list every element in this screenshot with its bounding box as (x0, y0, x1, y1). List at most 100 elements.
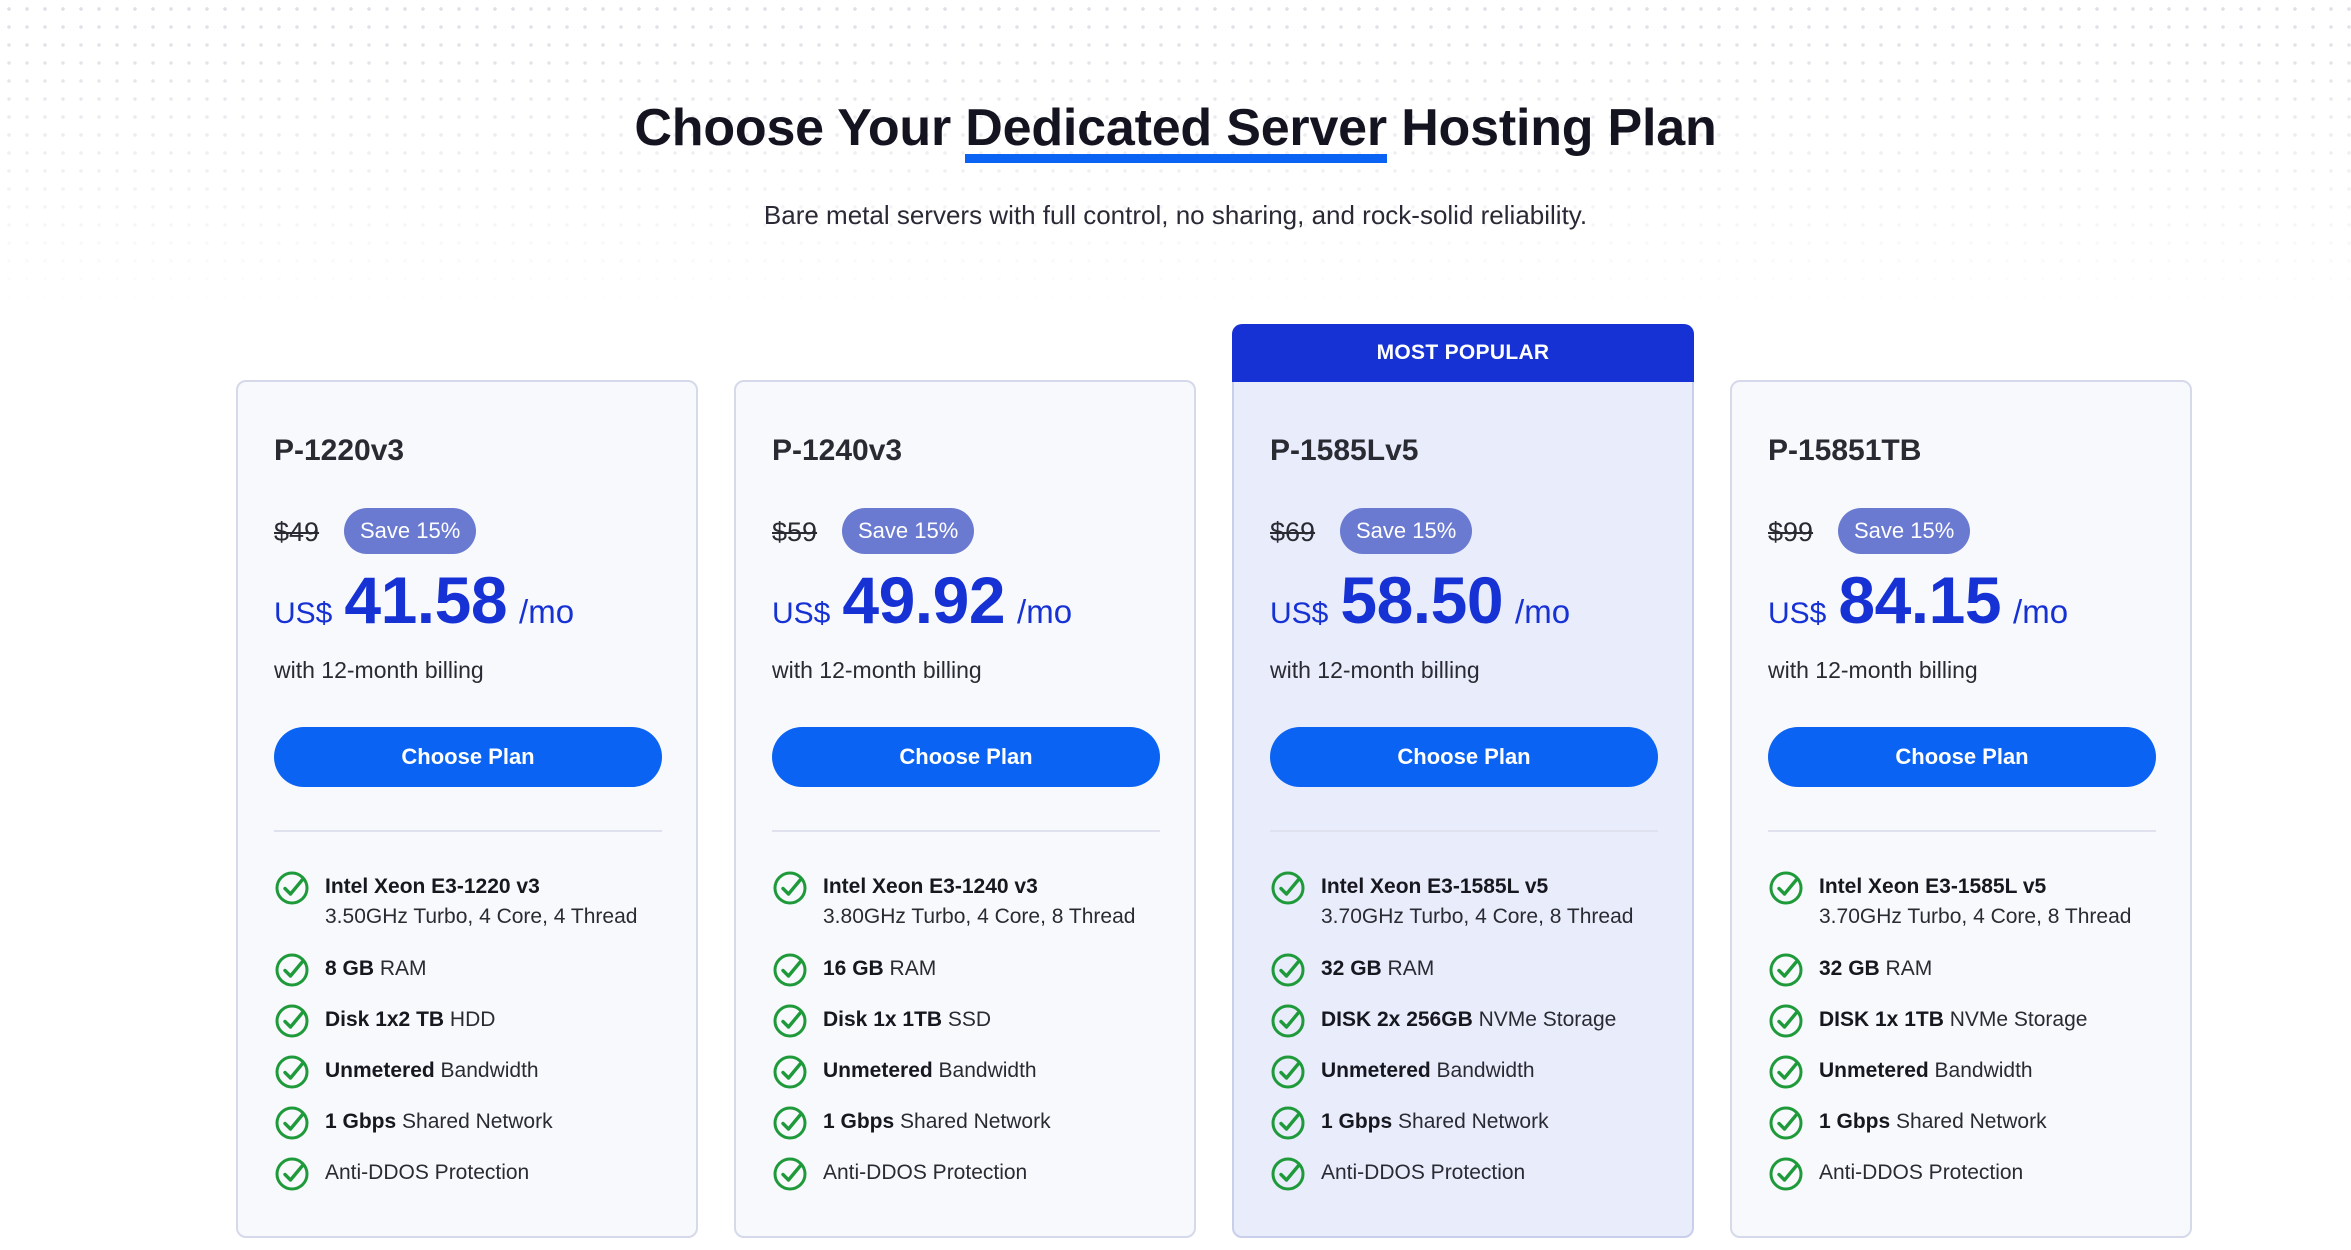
feature-disk-type: HDD (449, 1008, 496, 1031)
feature-bandwidth-label: Bandwidth (1934, 1059, 2033, 1082)
feature-ram-size: 32 GB (1819, 957, 1880, 980)
save-badge: Save 15% (842, 508, 975, 554)
billing-note: with 12-month billing (1768, 657, 1978, 683)
feature-cpu-detail: 3.70GHz Turbo, 4 Core, 8 Thread (1321, 905, 1634, 928)
feature-disk-type: SSD (947, 1008, 992, 1031)
plan-card-p1585lv5: MOST POPULAR P-1585Lv5 $69 Save 15% US$ … (1232, 324, 1694, 1238)
feature-ram-size: 8 GB (325, 957, 375, 980)
price-period: /mo (1515, 593, 1571, 630)
check-circle-icon (1769, 1055, 1803, 1089)
check-circle-icon (275, 1157, 309, 1191)
feature-cpu-detail: 3.70GHz Turbo, 4 Core, 8 Thread (1819, 905, 2132, 928)
price-amount: 84.15 (1838, 563, 2002, 637)
check-circle-icon (1271, 1004, 1305, 1038)
feature-network: 1 Gbps Shared Network (1270, 1106, 1549, 1141)
plan-name: P-1585Lv5 (1270, 434, 1419, 467)
divider (772, 830, 1160, 832)
price-period: /mo (1017, 593, 1073, 630)
plan-name: P-1220v3 (274, 434, 405, 467)
page-subtitle: Bare metal servers with full control, no… (763, 200, 1588, 230)
feature-network-speed: 1 Gbps (325, 1110, 397, 1133)
check-circle-icon (1271, 871, 1305, 905)
feature-network-label: Shared Network (1398, 1110, 1549, 1133)
check-circle-icon (773, 1055, 807, 1089)
feature-ddos: Anti-DDOS Protection (274, 1157, 530, 1192)
old-price: $49 (274, 517, 320, 547)
price: US$ 41.58 /mo (274, 562, 574, 638)
feature-network-speed: 1 Gbps (1819, 1110, 1891, 1133)
feature-ddos: Anti-DDOS Protection (1768, 1157, 2024, 1192)
feature-ram-size: 32 GB (1321, 957, 1382, 980)
feature-cpu-model: Intel Xeon E3-1240 v3 (823, 875, 1038, 898)
feature-cpu: Intel Xeon E3-1585L v5 3.70GHz Turbo, 4 C… (1270, 871, 1634, 932)
feature-ram-label: RAM (889, 957, 937, 980)
choose-plan-button[interactable]: Choose Plan (1270, 727, 1658, 787)
feature-ddos-label: Anti-DDOS Protection (823, 1161, 1028, 1184)
check-circle-icon (1271, 953, 1305, 987)
check-circle-icon (773, 1106, 807, 1140)
check-circle-icon (1271, 1157, 1305, 1191)
old-price: $69 (1270, 517, 1316, 547)
feature-cpu: Intel Xeon E3-1585L v5 3.70GHz Turbo, 4 C… (1768, 871, 2132, 932)
billing-note: with 12-month billing (274, 657, 484, 683)
check-circle-icon (1769, 953, 1803, 987)
feature-bandwidth-value: Unmetered (1321, 1059, 1431, 1082)
feature-ram-label: RAM (379, 957, 427, 980)
feature-ddos: Anti-DDOS Protection (772, 1157, 1028, 1192)
feature-bandwidth: Unmetered Bandwidth (1270, 1055, 1535, 1090)
divider (1768, 830, 2156, 832)
feature-ram: 16 GB RAM (772, 953, 937, 988)
feature-ddos-label: Anti-DDOS Protection (1819, 1161, 2024, 1184)
feature-disk-size: Disk 1x2 TB (325, 1008, 445, 1031)
check-circle-icon (1271, 1055, 1305, 1089)
choose-plan-button[interactable]: Choose Plan (772, 727, 1160, 787)
feature-cpu-model: Intel Xeon E3-1585L v5 (1819, 875, 2047, 898)
page-title: Choose Your Dedicated Server Hosting Pla… (0, 98, 2351, 163)
check-circle-icon (1769, 1004, 1803, 1038)
check-circle-icon (275, 953, 309, 987)
feature-bandwidth: Unmetered Bandwidth (772, 1055, 1037, 1090)
feature-ram: 8 GB RAM (274, 953, 427, 988)
price-amount: 41.58 (344, 563, 508, 637)
check-circle-icon (1769, 1106, 1803, 1140)
feature-cpu-detail: 3.50GHz Turbo, 4 Core, 4 Thread (325, 905, 638, 928)
feature-ram-label: RAM (1885, 957, 1933, 980)
price: US$ 58.50 /mo (1270, 562, 1570, 638)
choose-plan-button[interactable]: Choose Plan (274, 727, 662, 787)
most-popular-badge: MOST POPULAR (1232, 324, 1694, 382)
feature-bandwidth-label: Bandwidth (1436, 1059, 1535, 1082)
choose-plan-button[interactable]: Choose Plan (1768, 727, 2156, 787)
feature-ram-label: RAM (1387, 957, 1435, 980)
feature-disk-size: DISK 1x 1TB (1819, 1008, 1944, 1031)
feature-network-label: Shared Network (900, 1110, 1051, 1133)
plan-card-p1220v3: P-1220v3 $49 Save 15% US$ 41.58 /mo with… (236, 380, 698, 1238)
check-circle-icon (275, 1004, 309, 1038)
feature-bandwidth-label: Bandwidth (440, 1059, 539, 1082)
divider (1270, 830, 1658, 832)
check-circle-icon (773, 1157, 807, 1191)
billing-note: with 12-month billing (1270, 657, 1480, 683)
plan-card-p15851tb: P-15851TB $99 Save 15% US$ 84.15 /mo wit… (1730, 380, 2192, 1238)
price-currency: US$ (274, 597, 333, 630)
feature-network: 1 Gbps Shared Network (772, 1106, 1051, 1141)
price-currency: US$ (1270, 597, 1329, 630)
save-badge: Save 15% (344, 508, 477, 554)
feature-network: 1 Gbps Shared Network (274, 1106, 553, 1141)
price: US$ 49.92 /mo (772, 562, 1072, 638)
feature-bandwidth-value: Unmetered (325, 1059, 435, 1082)
feature-bandwidth-label: Bandwidth (938, 1059, 1037, 1082)
feature-cpu: Intel Xeon E3-1220 v3 3.50GHz Turbo, 4 Co… (274, 871, 638, 932)
price-amount: 58.50 (1340, 563, 1504, 637)
price-period: /mo (519, 593, 575, 630)
check-circle-icon (773, 871, 807, 905)
feature-network-speed: 1 Gbps (823, 1110, 895, 1133)
billing-note: with 12-month billing (772, 657, 982, 683)
feature-disk: Disk 1x 1TB SSD (772, 1004, 992, 1039)
feature-ddos-label: Anti-DDOS Protection (1321, 1161, 1526, 1184)
price-currency: US$ (1768, 597, 1827, 630)
price: US$ 84.15 /mo (1768, 562, 2068, 638)
feature-ddos-label: Anti-DDOS Protection (325, 1161, 530, 1184)
check-circle-icon (1271, 1106, 1305, 1140)
old-price: $59 (772, 517, 818, 547)
pricing-cards: P-1220v3 $49 Save 15% US$ 41.58 /mo with… (236, 324, 2192, 1240)
